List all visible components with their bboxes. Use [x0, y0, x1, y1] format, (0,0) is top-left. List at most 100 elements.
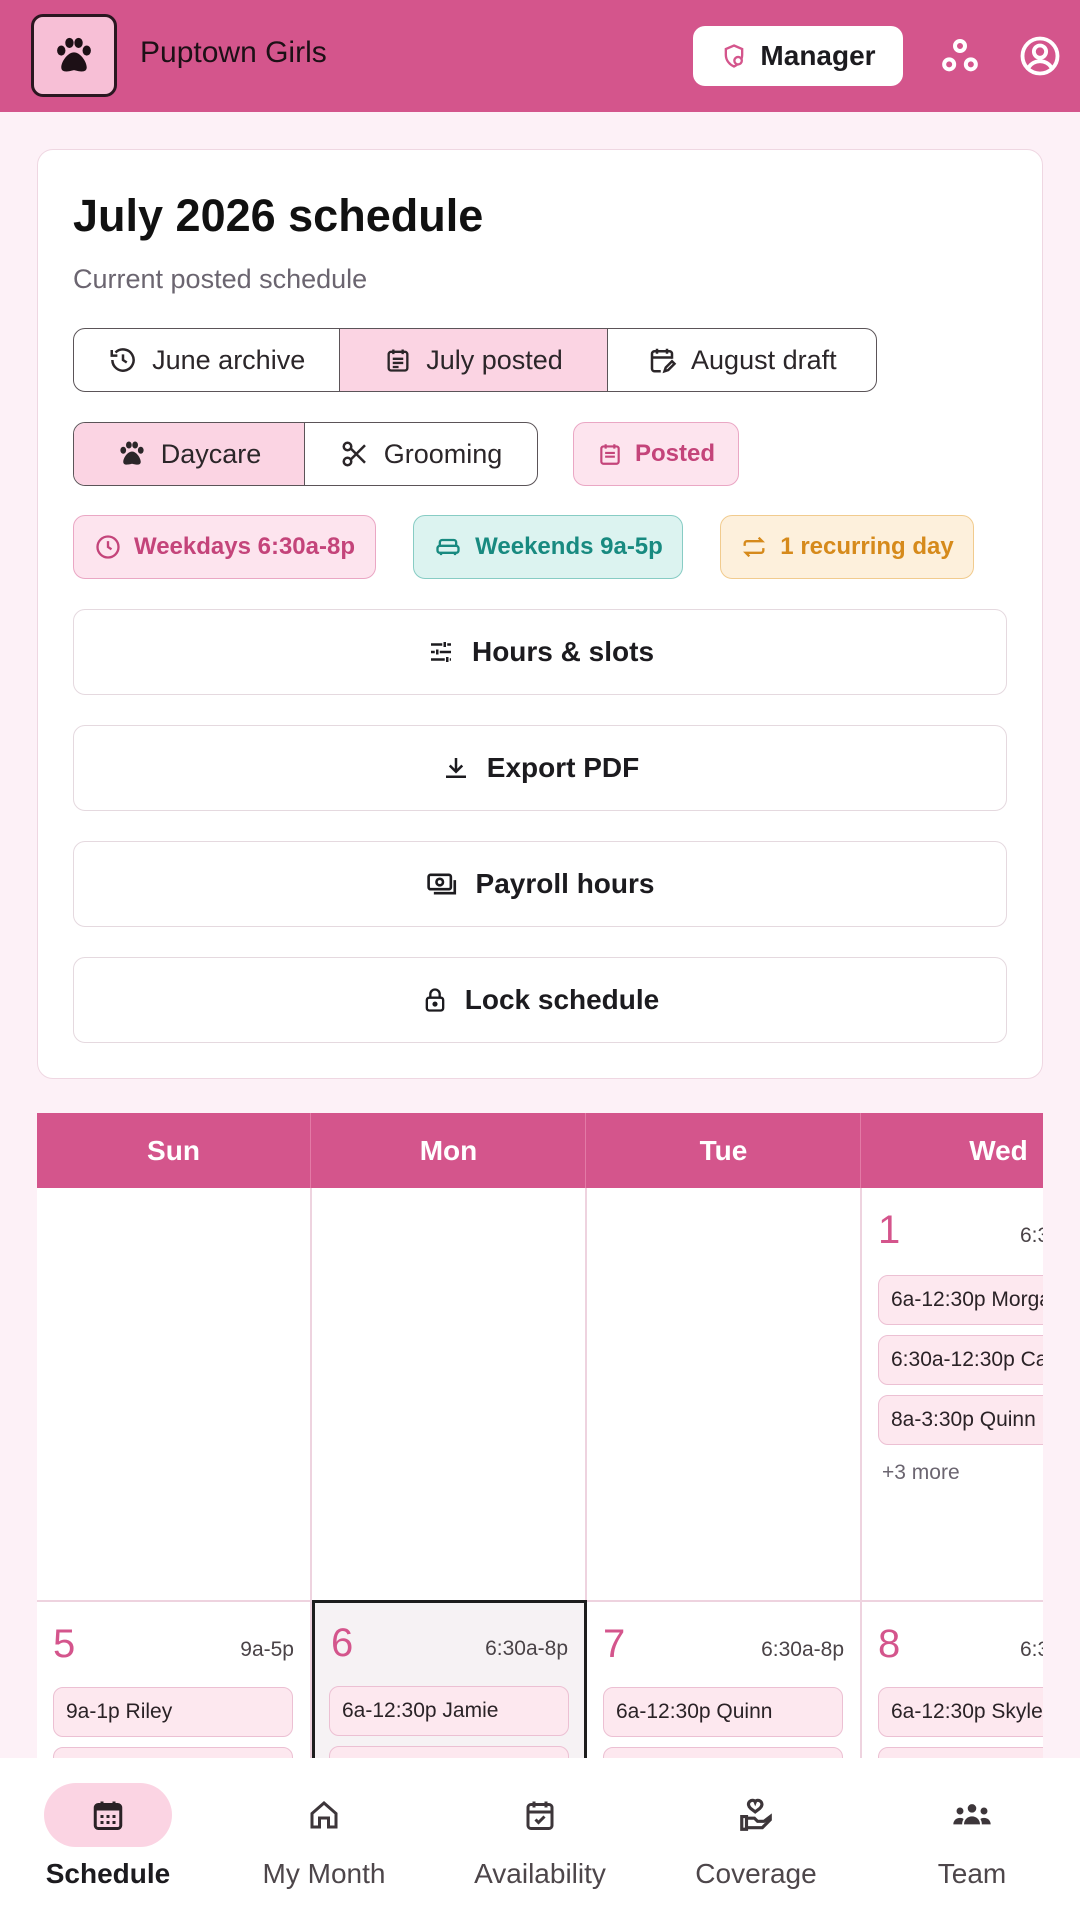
chip-recurring: 1 recurring day — [720, 515, 974, 579]
month-option-label: June archive — [152, 344, 306, 375]
home-icon — [306, 1797, 342, 1833]
nav-availability[interactable]: Availability — [432, 1758, 648, 1920]
paw-icon — [117, 440, 147, 468]
sliders-icon — [426, 637, 456, 667]
scissors-icon — [340, 439, 370, 469]
app-bar: Puptown Girls Manager — [0, 0, 1080, 112]
shift-chip[interactable] — [878, 1747, 1043, 1758]
calendar-day-5[interactable]: 5 9a-5p 9a-1p Riley — [37, 1600, 312, 1758]
clock-icon — [94, 533, 122, 561]
download-icon — [441, 753, 471, 783]
shift-chip[interactable]: 9a-1p Riley — [53, 1687, 293, 1737]
calendar-day-6-today[interactable]: 6 6:30a-8p 6a-12:30p Jamie — [312, 1600, 587, 1758]
action-label: Payroll hours — [475, 868, 655, 899]
day-hours: 6:30a-8p — [485, 1637, 568, 1660]
nav-availability-indicator — [476, 1783, 604, 1847]
shift-chip[interactable]: 6a-12:30p Jamie — [329, 1686, 569, 1736]
hand-heart-icon — [737, 1796, 775, 1834]
service-option-grooming[interactable]: Grooming — [305, 423, 537, 485]
manager-label: Manager — [760, 40, 876, 71]
calendar-list-icon — [384, 346, 412, 374]
month-option-label: July posted — [426, 344, 563, 375]
weekday-header-sun: Sun — [37, 1113, 311, 1188]
more-shifts-link[interactable]: +3 more — [882, 1461, 960, 1485]
schedule-card: July 2026 schedule Current posted schedu… — [37, 149, 1043, 1079]
bottom-navigation: Schedule My Month Availability Coverage … — [0, 1758, 1080, 1920]
calendar-edit-icon — [647, 345, 677, 375]
calendar-day-7[interactable]: 7 6:30a-8p 6a-12:30p Quinn — [587, 1600, 862, 1758]
manager-role-button[interactable]: Manager — [693, 26, 903, 86]
account-icon[interactable] — [1018, 34, 1062, 78]
month-option-july[interactable]: July posted — [340, 329, 608, 391]
day-number: 7 — [603, 1622, 626, 1666]
weekday-header-mon: Mon — [312, 1113, 586, 1188]
team-icon — [952, 1799, 992, 1831]
day-hours: 9a-5p — [240, 1638, 294, 1661]
payroll-hours-button[interactable]: Payroll hours — [73, 841, 1007, 927]
service-selector: Daycare Grooming — [73, 422, 538, 486]
chip-label: Weekdays 6:30a-8p — [133, 533, 355, 560]
shift-chip[interactable] — [329, 1746, 569, 1758]
page-title: July 2026 schedule — [73, 190, 484, 241]
day-number: 1 — [878, 1208, 901, 1252]
chip-weekday-hours: Weekdays 6:30a-8p — [73, 515, 376, 579]
status-chip-label: Posted — [634, 440, 715, 467]
month-option-label: August draft — [691, 344, 837, 375]
page-subtitle: Current posted schedule — [73, 264, 368, 294]
calendar-header: Sun Mon Tue Wed — [37, 1113, 1043, 1188]
shift-chip[interactable]: 6:30a-12:30p Casey — [878, 1335, 1043, 1385]
nav-team-indicator — [908, 1783, 1036, 1847]
nav-label: Team — [937, 1858, 1007, 1889]
nav-label: Schedule — [45, 1858, 171, 1889]
export-pdf-button[interactable]: Export PDF — [73, 725, 1007, 811]
nav-team[interactable]: Team — [864, 1758, 1080, 1920]
day-number: 6 — [331, 1621, 354, 1665]
day-hours: 6:30a-8p — [1020, 1224, 1043, 1247]
app-title: Puptown Girls — [140, 36, 327, 69]
calendar-icon — [90, 1797, 126, 1833]
month-calendar: Sun Mon Tue Wed 1 6:30a-8p 6a-12:30p Mor… — [37, 1113, 1043, 1758]
hours-slots-button[interactable]: Hours & slots — [73, 609, 1007, 695]
nav-coverage[interactable]: Coverage — [648, 1758, 864, 1920]
nav-label: Availability — [474, 1858, 606, 1889]
month-option-august[interactable]: August draft — [608, 329, 876, 391]
month-option-june[interactable]: June archive — [74, 329, 341, 391]
status-chip-posted: Posted — [573, 422, 739, 486]
calendar-day-8[interactable]: 8 6:30a-8p 6a-12:30p Skyler — [862, 1600, 1043, 1758]
action-label: Export PDF — [486, 752, 640, 783]
weekday-header-tue: Tue — [587, 1113, 861, 1188]
history-icon — [108, 345, 138, 375]
nav-my-month-indicator — [260, 1783, 388, 1847]
shift-chip[interactable]: 8a-3:30p Quinn — [878, 1395, 1043, 1445]
nav-schedule-indicator — [44, 1783, 172, 1847]
lock-schedule-button[interactable]: Lock schedule — [73, 957, 1007, 1043]
nav-label: My Month — [262, 1858, 386, 1889]
service-option-label: Daycare — [160, 438, 262, 469]
lock-icon — [421, 985, 449, 1015]
hub-icon[interactable] — [938, 34, 982, 78]
shift-chip[interactable]: 6a-12:30p Quinn — [603, 1687, 843, 1737]
chip-weekend-hours: Weekends 9a-5p — [413, 515, 683, 579]
shift-chip[interactable]: 6a-12:30p Skyler — [878, 1687, 1043, 1737]
payroll-icon — [426, 869, 460, 899]
repeat-icon — [740, 533, 768, 561]
day-hours: 6:30a-8p — [1020, 1638, 1043, 1661]
paw-logo-icon[interactable] — [31, 14, 117, 97]
shift-chip[interactable] — [53, 1747, 293, 1758]
day-number: 8 — [878, 1622, 901, 1666]
chip-label: 1 recurring day — [780, 533, 954, 560]
service-option-daycare[interactable]: Daycare — [74, 423, 305, 485]
day-number: 5 — [53, 1622, 76, 1666]
day-hours: 6:30a-8p — [761, 1638, 844, 1661]
service-option-label: Grooming — [383, 438, 503, 469]
action-label: Lock schedule — [464, 984, 660, 1015]
sofa-icon — [433, 533, 463, 561]
shift-chip[interactable]: 6a-12:30p Morgan — [878, 1275, 1043, 1325]
nav-schedule[interactable]: Schedule — [0, 1758, 216, 1920]
weekday-header-wed: Wed — [862, 1113, 1043, 1188]
calendar-list-icon — [597, 441, 623, 467]
shift-chip[interactable] — [603, 1747, 843, 1758]
manager-shield-icon — [720, 42, 748, 70]
nav-my-month[interactable]: My Month — [216, 1758, 432, 1920]
nav-coverage-indicator — [692, 1783, 820, 1847]
